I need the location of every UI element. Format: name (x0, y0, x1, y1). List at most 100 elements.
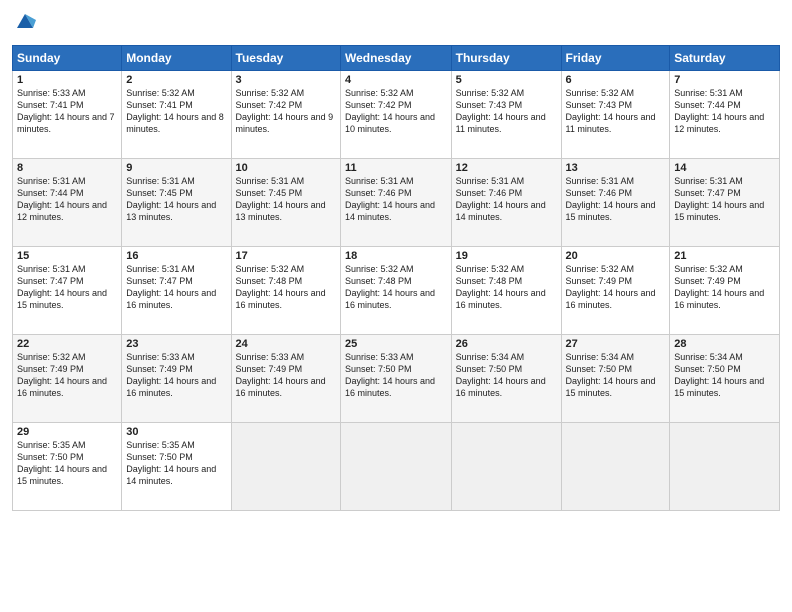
col-sunday: Sunday (13, 46, 122, 71)
table-row: 6 Sunrise: 5:32 AMSunset: 7:43 PMDayligh… (561, 71, 670, 159)
day-info: Sunrise: 5:35 AMSunset: 7:50 PMDaylight:… (17, 439, 117, 488)
day-number: 17 (236, 250, 336, 262)
day-number: 19 (456, 250, 557, 262)
table-row: 13 Sunrise: 5:31 AMSunset: 7:46 PMDaylig… (561, 159, 670, 247)
day-number: 14 (674, 162, 775, 174)
day-info: Sunrise: 5:32 AMSunset: 7:43 PMDaylight:… (456, 87, 557, 136)
day-number: 16 (126, 250, 226, 262)
day-number: 21 (674, 250, 775, 262)
col-wednesday: Wednesday (341, 46, 452, 71)
table-row (670, 423, 780, 511)
table-row: 7 Sunrise: 5:31 AMSunset: 7:44 PMDayligh… (670, 71, 780, 159)
day-number: 9 (126, 162, 226, 174)
day-info: Sunrise: 5:31 AMSunset: 7:44 PMDaylight:… (17, 175, 117, 224)
day-number: 28 (674, 338, 775, 350)
col-tuesday: Tuesday (231, 46, 340, 71)
table-row: 28 Sunrise: 5:34 AMSunset: 7:50 PMDaylig… (670, 335, 780, 423)
table-row (231, 423, 340, 511)
day-number: 3 (236, 74, 336, 86)
day-info: Sunrise: 5:33 AMSunset: 7:41 PMDaylight:… (17, 87, 117, 136)
day-number: 20 (566, 250, 666, 262)
day-number: 18 (345, 250, 447, 262)
table-row: 25 Sunrise: 5:33 AMSunset: 7:50 PMDaylig… (341, 335, 452, 423)
table-row (451, 423, 561, 511)
table-row: 5 Sunrise: 5:32 AMSunset: 7:43 PMDayligh… (451, 71, 561, 159)
day-info: Sunrise: 5:32 AMSunset: 7:41 PMDaylight:… (126, 87, 226, 136)
day-number: 6 (566, 74, 666, 86)
day-info: Sunrise: 5:35 AMSunset: 7:50 PMDaylight:… (126, 439, 226, 488)
day-number: 10 (236, 162, 336, 174)
day-number: 22 (17, 338, 117, 350)
col-monday: Monday (122, 46, 231, 71)
day-number: 25 (345, 338, 447, 350)
header (12, 10, 780, 37)
table-row: 18 Sunrise: 5:32 AMSunset: 7:48 PMDaylig… (341, 247, 452, 335)
day-info: Sunrise: 5:31 AMSunset: 7:47 PMDaylight:… (126, 263, 226, 312)
day-info: Sunrise: 5:34 AMSunset: 7:50 PMDaylight:… (674, 351, 775, 400)
day-number: 27 (566, 338, 666, 350)
table-row: 17 Sunrise: 5:32 AMSunset: 7:48 PMDaylig… (231, 247, 340, 335)
logo-icon (14, 10, 36, 32)
day-number: 13 (566, 162, 666, 174)
table-row: 11 Sunrise: 5:31 AMSunset: 7:46 PMDaylig… (341, 159, 452, 247)
col-friday: Friday (561, 46, 670, 71)
day-number: 24 (236, 338, 336, 350)
day-number: 2 (126, 74, 226, 86)
table-row: 14 Sunrise: 5:31 AMSunset: 7:47 PMDaylig… (670, 159, 780, 247)
table-row: 12 Sunrise: 5:31 AMSunset: 7:46 PMDaylig… (451, 159, 561, 247)
table-row (561, 423, 670, 511)
table-row: 27 Sunrise: 5:34 AMSunset: 7:50 PMDaylig… (561, 335, 670, 423)
day-info: Sunrise: 5:32 AMSunset: 7:48 PMDaylight:… (345, 263, 447, 312)
day-number: 8 (17, 162, 117, 174)
day-number: 7 (674, 74, 775, 86)
table-row: 24 Sunrise: 5:33 AMSunset: 7:49 PMDaylig… (231, 335, 340, 423)
logo-text (12, 10, 36, 37)
day-info: Sunrise: 5:34 AMSunset: 7:50 PMDaylight:… (456, 351, 557, 400)
day-info: Sunrise: 5:33 AMSunset: 7:50 PMDaylight:… (345, 351, 447, 400)
calendar-header-row: Sunday Monday Tuesday Wednesday Thursday… (13, 46, 780, 71)
day-info: Sunrise: 5:31 AMSunset: 7:45 PMDaylight:… (236, 175, 336, 224)
day-info: Sunrise: 5:31 AMSunset: 7:46 PMDaylight:… (456, 175, 557, 224)
table-row: 23 Sunrise: 5:33 AMSunset: 7:49 PMDaylig… (122, 335, 231, 423)
day-info: Sunrise: 5:33 AMSunset: 7:49 PMDaylight:… (126, 351, 226, 400)
day-number: 29 (17, 426, 117, 438)
table-row: 30 Sunrise: 5:35 AMSunset: 7:50 PMDaylig… (122, 423, 231, 511)
day-number: 23 (126, 338, 226, 350)
table-row: 4 Sunrise: 5:32 AMSunset: 7:42 PMDayligh… (341, 71, 452, 159)
day-number: 11 (345, 162, 447, 174)
table-row: 10 Sunrise: 5:31 AMSunset: 7:45 PMDaylig… (231, 159, 340, 247)
day-info: Sunrise: 5:31 AMSunset: 7:46 PMDaylight:… (566, 175, 666, 224)
day-number: 4 (345, 74, 447, 86)
calendar-table: Sunday Monday Tuesday Wednesday Thursday… (12, 45, 780, 511)
table-row: 29 Sunrise: 5:35 AMSunset: 7:50 PMDaylig… (13, 423, 122, 511)
table-row: 19 Sunrise: 5:32 AMSunset: 7:48 PMDaylig… (451, 247, 561, 335)
table-row: 21 Sunrise: 5:32 AMSunset: 7:49 PMDaylig… (670, 247, 780, 335)
day-info: Sunrise: 5:32 AMSunset: 7:49 PMDaylight:… (674, 263, 775, 312)
day-number: 5 (456, 74, 557, 86)
table-row: 15 Sunrise: 5:31 AMSunset: 7:47 PMDaylig… (13, 247, 122, 335)
table-row: 22 Sunrise: 5:32 AMSunset: 7:49 PMDaylig… (13, 335, 122, 423)
day-info: Sunrise: 5:32 AMSunset: 7:42 PMDaylight:… (345, 87, 447, 136)
day-number: 30 (126, 426, 226, 438)
table-row: 16 Sunrise: 5:31 AMSunset: 7:47 PMDaylig… (122, 247, 231, 335)
day-number: 26 (456, 338, 557, 350)
day-info: Sunrise: 5:34 AMSunset: 7:50 PMDaylight:… (566, 351, 666, 400)
day-number: 12 (456, 162, 557, 174)
day-info: Sunrise: 5:32 AMSunset: 7:42 PMDaylight:… (236, 87, 336, 136)
day-info: Sunrise: 5:31 AMSunset: 7:46 PMDaylight:… (345, 175, 447, 224)
day-info: Sunrise: 5:33 AMSunset: 7:49 PMDaylight:… (236, 351, 336, 400)
table-row: 3 Sunrise: 5:32 AMSunset: 7:42 PMDayligh… (231, 71, 340, 159)
day-info: Sunrise: 5:31 AMSunset: 7:47 PMDaylight:… (674, 175, 775, 224)
table-row: 1 Sunrise: 5:33 AMSunset: 7:41 PMDayligh… (13, 71, 122, 159)
day-info: Sunrise: 5:32 AMSunset: 7:49 PMDaylight:… (566, 263, 666, 312)
day-info: Sunrise: 5:32 AMSunset: 7:48 PMDaylight:… (236, 263, 336, 312)
page: Sunday Monday Tuesday Wednesday Thursday… (0, 0, 792, 612)
day-info: Sunrise: 5:32 AMSunset: 7:48 PMDaylight:… (456, 263, 557, 312)
table-row: 9 Sunrise: 5:31 AMSunset: 7:45 PMDayligh… (122, 159, 231, 247)
table-row: 8 Sunrise: 5:31 AMSunset: 7:44 PMDayligh… (13, 159, 122, 247)
day-info: Sunrise: 5:31 AMSunset: 7:44 PMDaylight:… (674, 87, 775, 136)
col-thursday: Thursday (451, 46, 561, 71)
col-saturday: Saturday (670, 46, 780, 71)
day-info: Sunrise: 5:32 AMSunset: 7:49 PMDaylight:… (17, 351, 117, 400)
logo (12, 10, 36, 37)
